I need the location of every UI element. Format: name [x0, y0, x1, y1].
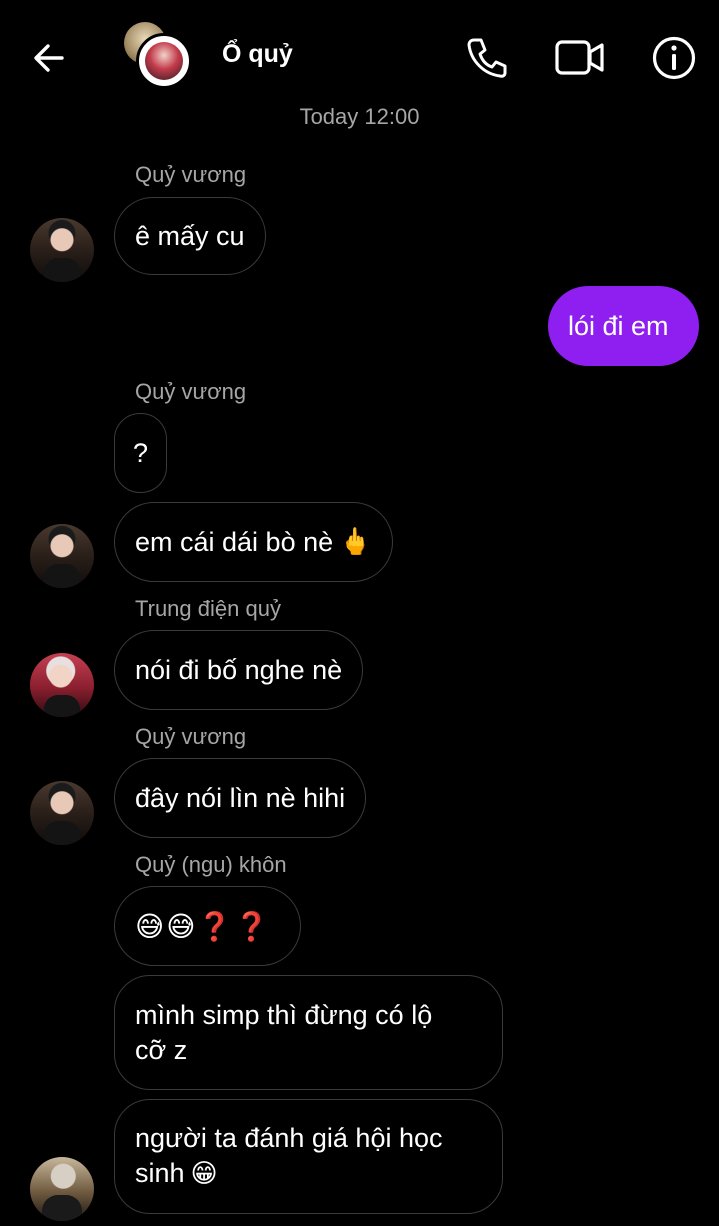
- group-avatar-front: [136, 33, 192, 89]
- middle-finger-emoji: 🖕: [339, 526, 372, 557]
- message-text: ?: [133, 437, 149, 468]
- conversation-timestamp: Today 12:00: [299, 104, 420, 129]
- my-message-bubble[interactable]: lói đi em: [548, 286, 699, 366]
- sender-avatar[interactable]: [30, 524, 94, 588]
- grinning-emoji: 😁: [190, 1159, 218, 1189]
- phone-icon: [467, 38, 507, 78]
- message-text: nói đi bố nghe nè: [135, 654, 343, 685]
- message-text-line: mình simp thì đừng có lộ: [135, 999, 433, 1030]
- emoji-message: 😅😅❓❓: [135, 909, 272, 943]
- message-bubble[interactable]: người ta đánh giá hội học sinh 😁: [114, 1099, 503, 1214]
- message-bubble[interactable]: ?: [114, 413, 167, 493]
- message-text-line-with-emoji: sinh 😁: [135, 1156, 218, 1192]
- message-bubble[interactable]: ê mấy cu: [114, 197, 266, 275]
- sender-avatar[interactable]: [30, 781, 94, 845]
- sender-avatar[interactable]: [30, 218, 94, 282]
- message-text: lói đi em: [568, 310, 669, 341]
- message-text: ê mấy cu: [135, 220, 245, 251]
- sender-avatar[interactable]: [30, 653, 94, 717]
- message-bubble[interactable]: nói đi bố nghe nè: [114, 630, 364, 710]
- message-text-line: cỡ z: [135, 1034, 188, 1065]
- sender-name: Quỷ vương: [135, 379, 247, 404]
- call-button[interactable]: [462, 34, 510, 82]
- info-icon: [652, 36, 696, 80]
- message-text-line: người ta đánh giá hội học: [135, 1123, 443, 1153]
- sender-name: Quỷ vương: [135, 724, 247, 749]
- sender-name: Trung điện quỷ: [135, 596, 281, 621]
- message-text: em cái dái bò nè: [135, 526, 334, 557]
- group-avatar[interactable]: [124, 22, 196, 94]
- back-button[interactable]: [28, 36, 72, 80]
- sender-name: Quỷ vương: [135, 162, 247, 187]
- chat-header: Ổ quỷ: [0, 0, 719, 112]
- chat-title[interactable]: Ổ quỷ: [222, 40, 293, 69]
- message-text: đây nói lìn nè hihi: [135, 782, 346, 813]
- info-button[interactable]: [650, 34, 698, 82]
- message-bubble[interactable]: mình simp thì đừng có lộ cỡ z: [114, 975, 503, 1090]
- message-bubble[interactable]: 😅😅❓❓: [114, 886, 301, 966]
- sender-name: Quỷ (ngu) khôn: [135, 852, 287, 877]
- sender-avatar[interactable]: [30, 1157, 94, 1221]
- message-bubble[interactable]: đây nói lìn nè hihi: [114, 758, 367, 838]
- arrow-left-icon: [34, 44, 64, 72]
- video-call-button[interactable]: [554, 34, 604, 82]
- video-camera-icon: [555, 40, 604, 75]
- message-bubble[interactable]: em cái dái bò nè 🖕: [114, 502, 393, 582]
